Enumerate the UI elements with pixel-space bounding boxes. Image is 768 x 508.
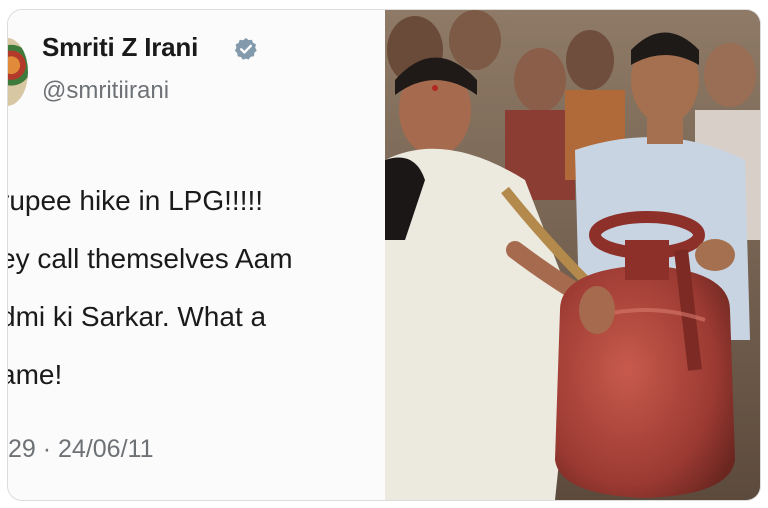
tweet-text-line-3: dmi ki Sarkar. What a: [8, 301, 267, 332]
tweet-text-line-2: ey call themselves Aam: [8, 243, 293, 274]
tweet-timestamp[interactable]: 29 · 24/06/11: [8, 435, 153, 464]
screenshot-frame: Smriti Z Irani @smritiirani rupee hike i…: [8, 10, 760, 500]
verified-badge-icon: [234, 38, 257, 60]
display-name[interactable]: Smriti Z Irani: [42, 32, 198, 63]
tweet-text-line-4: ame!: [8, 359, 63, 390]
profile-avatar[interactable]: [8, 38, 28, 106]
tweet-text-line-1: rupee hike in LPG!!!!!: [8, 185, 264, 216]
protest-photo: [385, 10, 760, 500]
protest-photo-illustration: [385, 10, 760, 500]
hand: [579, 286, 615, 334]
user-handle[interactable]: @smritiirani: [42, 77, 169, 105]
tweet-card: Smriti Z Irani @smritiirani rupee hike i…: [8, 10, 385, 500]
tweet-text: rupee hike in LPG!!!!! ey call themselve…: [8, 172, 385, 404]
hand: [695, 239, 735, 271]
